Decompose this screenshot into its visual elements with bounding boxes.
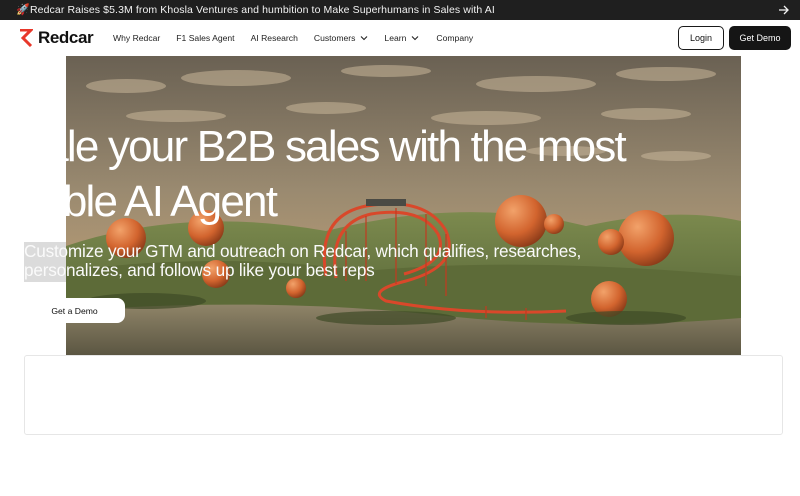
nav-link-company[interactable]: Company: [436, 32, 473, 44]
nav-link-label: Customers: [313, 33, 356, 43]
nav-links: Why Redcar F1 Sales Agent AI Research Cu…: [113, 32, 473, 44]
nav-link-label: Why Redcar: [113, 33, 161, 43]
rocket-icon: 🚀: [16, 4, 30, 16]
get-demo-button[interactable]: Get Demo: [729, 26, 791, 50]
chevron-down-icon: [361, 36, 368, 41]
login-button[interactable]: Login: [678, 26, 724, 50]
nav-link-ai-research[interactable]: AI Research: [251, 32, 298, 44]
hero-subtext: Customize your GTM and outreach on Redca…: [24, 241, 584, 282]
logo-text: Redcar: [38, 28, 94, 47]
headline-line-2: exible AI Agent: [12, 177, 278, 226]
hero-subtext-text: Customize your GTM and outreach on Redca…: [24, 241, 582, 280]
announcement-bar[interactable]: 🚀 Redcar Raises $5.3M from Khosla Ventur…: [0, 0, 800, 20]
get-a-demo-button[interactable]: Get a Demo: [24, 298, 125, 323]
nav-link-f1-sales-agent[interactable]: F1 Sales Agent: [176, 32, 234, 44]
redcar-logo-icon: [20, 29, 33, 47]
nav-link-learn[interactable]: Learn: [384, 32, 419, 44]
top-nav: Redcar Why Redcar F1 Sales Agent AI Rese…: [0, 20, 800, 56]
nav-link-label: F1 Sales Agent: [176, 33, 235, 43]
nav-link-customers[interactable]: Customers: [314, 32, 369, 44]
nav-link-label: Learn: [384, 33, 407, 43]
hero-headline: cale your B2B sales with the most exible…: [0, 122, 800, 232]
arrow-right-icon[interactable]: [778, 3, 790, 17]
headline-line-1: cale your B2B sales with the most: [24, 122, 627, 171]
announcement-text[interactable]: Redcar Raises $5.3M from Khosla Ventures…: [30, 3, 495, 17]
nav-link-why-redcar[interactable]: Why Redcar: [113, 32, 160, 44]
nav-link-label: AI Research: [250, 33, 298, 43]
chevron-down-icon: [412, 36, 419, 41]
nav-link-label: Company: [436, 33, 474, 43]
logo[interactable]: Redcar: [19, 28, 94, 47]
content-card: [24, 355, 783, 435]
